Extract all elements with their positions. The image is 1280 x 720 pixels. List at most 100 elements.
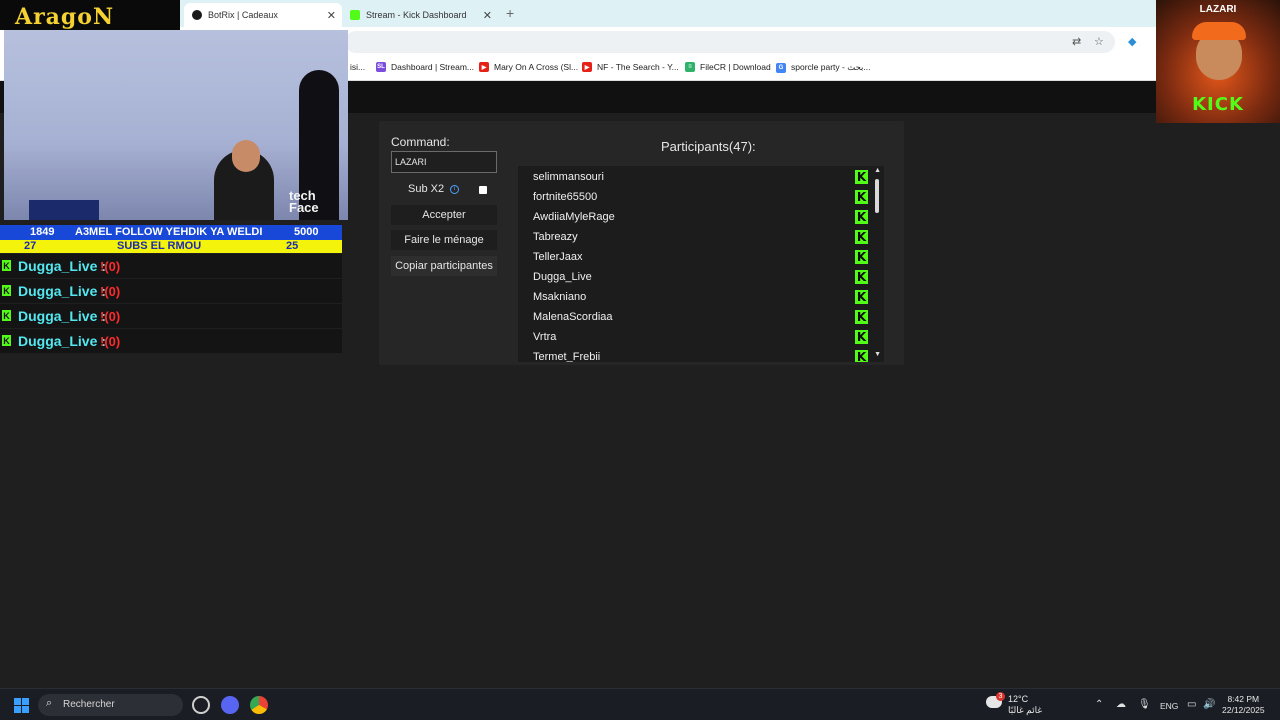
new-tab-button[interactable]: + [506,5,514,21]
chat-overlay: K Dugga_Live : !(0) K Dugga_Live : !(0) … [0,254,342,353]
list-item[interactable]: Vrtra K [518,327,868,347]
info-icon[interactable]: i [450,184,460,194]
kick-icon: K [2,285,11,296]
close-tab-icon[interactable]: ✕ [327,9,336,22]
windows-start-icon[interactable] [14,698,29,713]
clean-button[interactable]: Faire le ménage [391,230,497,250]
follow-count: 1849 [30,226,55,238]
copy-participants-button[interactable]: Copiar participantes [391,256,497,276]
microphone-icon[interactable]: 🎙 [1138,699,1151,710]
participant-name: Msakniano [533,291,587,303]
discord-icon[interactable] [221,696,239,714]
chat-user: Dugga_Live : [18,308,106,324]
bookmark-item[interactable]: isi... [350,62,365,72]
list-item[interactable]: Termet_Frebii K [518,347,868,362]
volume-icon[interactable]: 🔊 [1203,699,1215,710]
desk-shape [29,200,99,220]
participant-name: fortnite65500 [533,191,598,203]
sub-x2-checkbox[interactable] [479,186,487,194]
taskbar-search[interactable]: ⌕ Rechercher [38,694,183,716]
accept-button[interactable]: Accepter [391,205,497,225]
tab-kick-dashboard[interactable]: Stream - Kick Dashboard ✕ [342,3,498,27]
system-clock[interactable]: 8:42 PM 22/12/2025 [1222,694,1265,716]
chat-user: Dugga_Live : [18,283,106,299]
list-item[interactable]: Tabreazy K [518,227,868,247]
botrix-icon [192,10,202,20]
youtube-icon: ▶ [582,62,592,72]
sub-x2-row: Sub X2 i [408,183,460,195]
bookmark-item[interactable]: SL Dashboard | Stream... [376,62,474,72]
follow-goal-text: A3MEL FOLLOW YEHDIK YA WELDI [75,226,263,238]
kick-icon: K [855,330,868,344]
bookmark-item[interactable]: ≡ FileCR | Download [685,62,771,72]
list-item[interactable]: fortnite65500 K [518,187,868,207]
translate-icon[interactable]: ⇄ [1072,35,1081,48]
bookmark-item[interactable]: ▶ NF - The Search - Y... [582,62,679,72]
chat-message: K Dugga_Live : !(0) [0,304,342,328]
close-tab-icon[interactable]: ✕ [483,9,492,22]
chat-user: Dugga_Live : [18,333,106,349]
kick-icon: K [855,270,868,284]
techface-watermark: tech Face [289,189,319,215]
command-input[interactable]: LAZARI [391,151,497,173]
weather-desc: غائم غالبًا [1008,705,1043,715]
webcam-feed: tech Face [4,30,348,220]
address-input[interactable] [345,31,1115,53]
bookmark-item[interactable]: ▶ Mary On A Cross (Sl... [479,62,578,72]
participant-name: MalenaScordiaa [533,311,613,323]
list-item[interactable]: Msakniano K [518,287,868,307]
chat-text: !(0) [100,334,121,349]
scroll-up-icon[interactable]: ▲ [874,167,881,174]
streamer-face [232,140,260,172]
scrollbar-thumb[interactable] [875,179,879,213]
list-item[interactable]: selimmansouri K [518,167,868,187]
overlay-logo-bar: AragoN [0,0,180,30]
weather-temp: 12°C [1008,694,1029,704]
subs-ticker: 27 SUBS EL RMOU 25 [0,240,342,253]
list-item[interactable]: MalenaScordiaa K [518,307,868,327]
kick-logo: KICK [1192,94,1244,115]
participants-title: Participants(47): [661,139,756,154]
participant-name: selimmansouri [533,171,604,183]
chat-text: !(0) [100,284,121,299]
list-item[interactable]: TellerJaax K [518,247,868,267]
bookmark-label: sporcle party - بحث... [791,62,871,72]
kick-thumbnail: LAZARI KICK [1156,0,1280,123]
kick-icon: K [855,210,868,224]
subs-goal-text: SUBS EL RMOU [117,240,202,252]
weather-badge: 3 [996,692,1005,701]
tab-botrix[interactable]: BotRix | Cadeaux ✕ [184,3,342,27]
onedrive-cloud-icon[interactable]: ☁ [1116,699,1126,710]
subs-goal: 25 [286,240,299,252]
network-icon[interactable]: ▭ [1187,699,1196,710]
app-icon[interactable] [192,696,210,714]
thumbnail-hat [1192,22,1246,40]
chrome-icon[interactable] [250,696,268,714]
kick-icon: K [2,335,11,346]
sub-x2-label: Sub X2 [408,183,445,195]
list-item[interactable]: Dugga_Live K [518,267,868,287]
chat-message: K Dugga_Live : !(0) [0,329,342,353]
list-item[interactable]: AwdiiaMyleRage K [518,207,868,227]
google-icon: G [776,62,786,73]
browser-tab-bar: BotRix | Cadeaux ✕ Stream - Kick Dashboa… [0,0,1280,27]
participant-name: AwdiiaMyleRage [533,211,615,223]
kick-icon: K [855,350,868,362]
kick-icon: K [855,250,868,264]
scroll-down-icon[interactable]: ▼ [874,351,881,358]
language-indicator[interactable]: ENG [1160,701,1178,711]
bookmark-item[interactable]: G sporcle party - بحث... [776,62,871,73]
clock-time: 8:42 PM [1227,694,1260,704]
participants-list[interactable]: selimmansouri K fortnite65500 K AwdiiaMyle… [518,166,884,362]
extension-icon[interactable]: ◆ [1128,35,1136,48]
star-icon[interactable]: ☆ [1094,35,1104,48]
kick-icon: K [2,260,11,271]
youtube-icon: ▶ [479,62,489,72]
chat-user: Dugga_Live : [18,258,106,274]
chevron-up-icon[interactable]: ⌃ [1095,699,1103,710]
kick-icon [350,10,360,20]
filecr-icon: ≡ [685,62,695,72]
follow-goal: 5000 [294,226,319,238]
watermark-line: Face [289,200,319,215]
command-label: Command: [391,135,450,149]
